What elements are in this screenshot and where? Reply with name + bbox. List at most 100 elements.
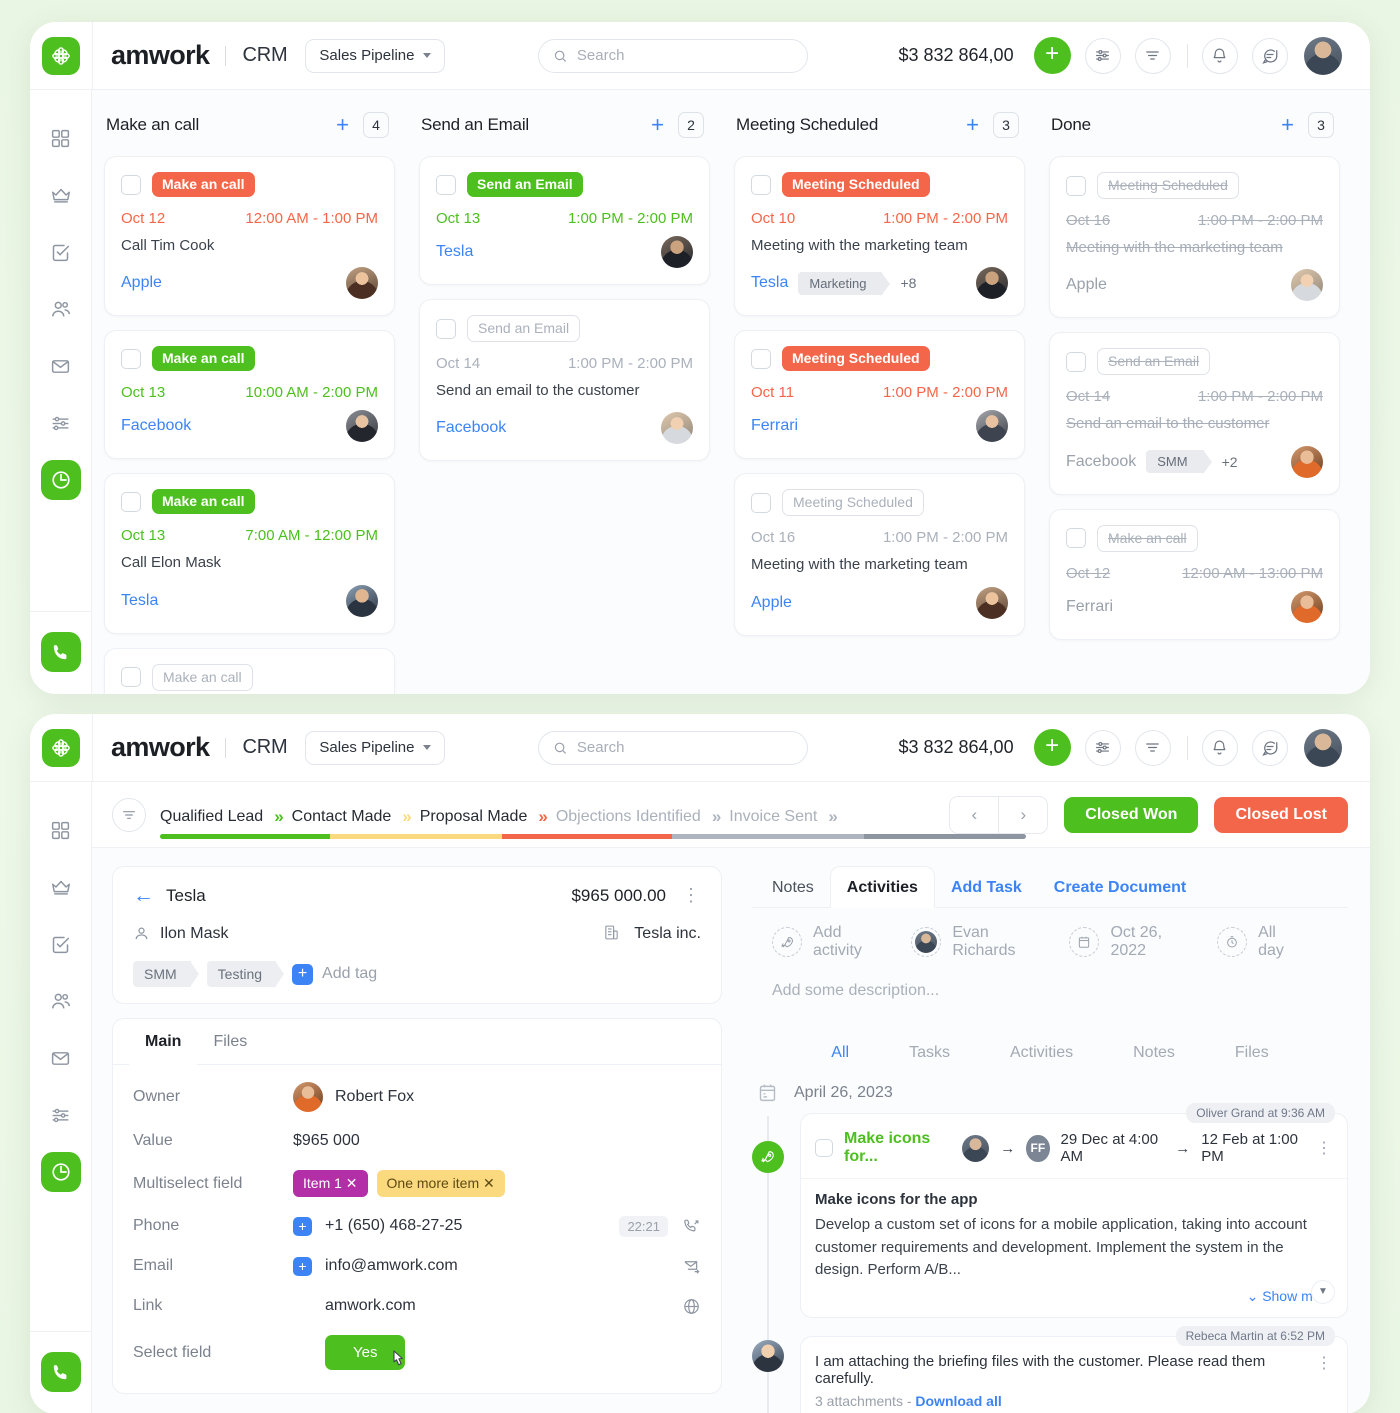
card-checkbox[interactable] [751,348,771,369]
user-avatar-2[interactable] [1303,728,1342,767]
card-tag[interactable]: SMM [1146,450,1213,474]
show-more-button[interactable]: ⌄ Show more [815,1288,1333,1305]
kanban-card[interactable]: Meeting Scheduled Oct 10 1:00 PM - 2:00 P… [734,156,1025,317]
bell-icon[interactable] [1201,729,1238,766]
sliders-icon[interactable] [1084,729,1121,766]
card-checkbox[interactable] [751,492,771,513]
sidebar-item-call[interactable] [40,1352,81,1392]
sidebar-item-dashboard[interactable] [41,810,81,850]
card-checkbox[interactable] [1066,528,1086,548]
card-checkbox[interactable] [751,174,771,195]
deal-contact-name[interactable]: Ilon Mask [160,925,228,943]
chat-icon[interactable] [1251,37,1288,74]
add-activity-selector[interactable]: Add activity [772,924,875,960]
card-avatar[interactable] [976,267,1008,300]
add-card-button[interactable]: + [651,114,664,136]
filter-activities[interactable]: Activities [980,1038,1103,1068]
sidebar-item-contacts[interactable] [41,289,81,329]
card-checkbox[interactable] [121,667,141,687]
kebab-menu-icon[interactable]: ⋮ [1316,1138,1333,1158]
kanban-card[interactable]: Meeting Scheduled Oct 16 1:00 PM - 2:00 P… [734,473,1025,636]
kanban-card[interactable]: Make an call Oct 12 12:00 AM - 1:00 PM Ca… [104,156,395,317]
search-input-2[interactable] [576,739,794,756]
globe-icon[interactable] [682,1297,701,1316]
card-tag-more[interactable]: +2 [1222,454,1238,470]
pipeline-select[interactable]: Sales Pipeline [305,38,446,73]
card-avatar[interactable] [976,410,1008,443]
multiselect-chip[interactable]: Item 1 ✕ [293,1170,368,1197]
filter-tasks[interactable]: Tasks [879,1038,980,1068]
tab-notes[interactable]: Notes [756,867,830,907]
card-avatar[interactable] [976,586,1008,619]
card-avatar[interactable] [661,412,693,445]
filter-all[interactable]: All [801,1038,879,1068]
card-tag[interactable]: Marketing [798,271,891,296]
card-company[interactable]: Apple [1066,276,1107,294]
sidebar-item-mail[interactable] [41,1038,81,1078]
add-button[interactable]: + [1033,37,1071,74]
activity-description-input[interactable]: Add some description... [772,982,1328,1000]
add-card-button[interactable]: + [336,114,349,136]
task-title[interactable]: Make icons for... [844,1130,951,1166]
card-checkbox[interactable] [1066,351,1086,372]
download-all-link[interactable]: Download all [915,1393,1001,1409]
card-company[interactable]: Facebook [1066,453,1136,471]
tab-activities[interactable]: Activities [829,866,935,908]
sidebar-item-mail[interactable] [41,346,81,386]
multiselect-chip[interactable]: One more item ✕ [376,1170,505,1197]
kanban-card[interactable]: Make an call Oct 1212:00 AM - 13:00 PM F… [104,647,395,694]
add-card-button[interactable]: + [966,114,979,136]
tab-create-document[interactable]: Create Document [1038,867,1202,907]
tab-main[interactable]: Main [129,1019,198,1065]
kanban-card[interactable]: Send an Email Oct 14 1:00 PM - 2:00 PM Se… [419,299,710,462]
tab-files[interactable]: Files [197,1019,263,1065]
add-tag-label[interactable]: Add tag [322,965,377,983]
kanban-card[interactable]: Meeting Scheduled Oct 16 1:00 PM - 2:00 P… [1049,156,1340,319]
card-avatar[interactable] [1291,590,1323,623]
kebab-menu-icon[interactable]: ⋮ [682,885,701,906]
chat-icon[interactable] [1251,729,1288,766]
user-avatar[interactable] [1303,36,1342,75]
card-tag-more[interactable]: +8 [900,275,916,291]
prev-button[interactable]: ‹ [950,796,999,833]
add-button-2[interactable]: + [1033,729,1071,766]
card-company[interactable]: Facebook [121,417,191,435]
card-checkbox[interactable] [1066,175,1086,196]
sliders-icon[interactable] [1084,37,1121,74]
duration-selector[interactable]: All day [1217,924,1292,960]
closed-lost-button[interactable]: Closed Lost [1214,796,1348,833]
card-company[interactable]: Apple [751,594,792,612]
sidebar-item-premium[interactable] [41,867,81,907]
card-company[interactable]: Ferrari [1066,598,1113,616]
kanban-card[interactable]: Make an call Oct 1212:00 AM - 13:00 PM F… [1049,508,1340,640]
sidebar-item-settings[interactable] [41,403,81,443]
kanban-card[interactable]: Make an call Oct 13 10:00 AM - 2:00 PM Fa… [104,330,395,460]
search-box[interactable] [538,38,809,73]
filter-notes[interactable]: Notes [1103,1038,1205,1068]
sidebar-item-dashboard[interactable] [41,118,81,158]
funnel-icon[interactable] [112,797,146,832]
card-company[interactable]: Apple [121,274,162,292]
card-checkbox[interactable] [121,348,141,369]
stage-contact-made[interactable]: Contact Made » [292,807,420,827]
sidebar-item-call[interactable] [40,632,81,672]
sidebar-item-premium[interactable] [41,175,81,215]
deal-company-name[interactable]: Tesla inc. [634,925,701,942]
sidebar-item-tasks[interactable] [41,924,81,964]
stage-proposal-made[interactable]: Proposal Made » [420,807,556,827]
kanban-card[interactable]: Send an Email Oct 13 1:00 PM - 2:00 PM Te… [419,156,710,285]
amwork-logo-icon[interactable] [42,728,80,767]
sidebar-item-settings[interactable] [41,1095,81,1135]
mail-send-icon[interactable] [682,1257,701,1276]
sidebar-item-activity[interactable] [40,460,81,500]
search-box-2[interactable] [538,730,809,765]
card-avatar[interactable] [661,236,693,268]
card-checkbox[interactable] [436,174,456,195]
stage-invoice-sent[interactable]: Invoice Sent » [729,807,846,827]
card-avatar[interactable] [1291,269,1323,302]
card-company[interactable]: Facebook [436,419,506,437]
next-button[interactable]: › [999,796,1048,833]
card-checkbox[interactable] [121,174,141,195]
card-checkbox[interactable] [121,491,141,512]
pipeline-select-2[interactable]: Sales Pipeline [305,730,446,765]
